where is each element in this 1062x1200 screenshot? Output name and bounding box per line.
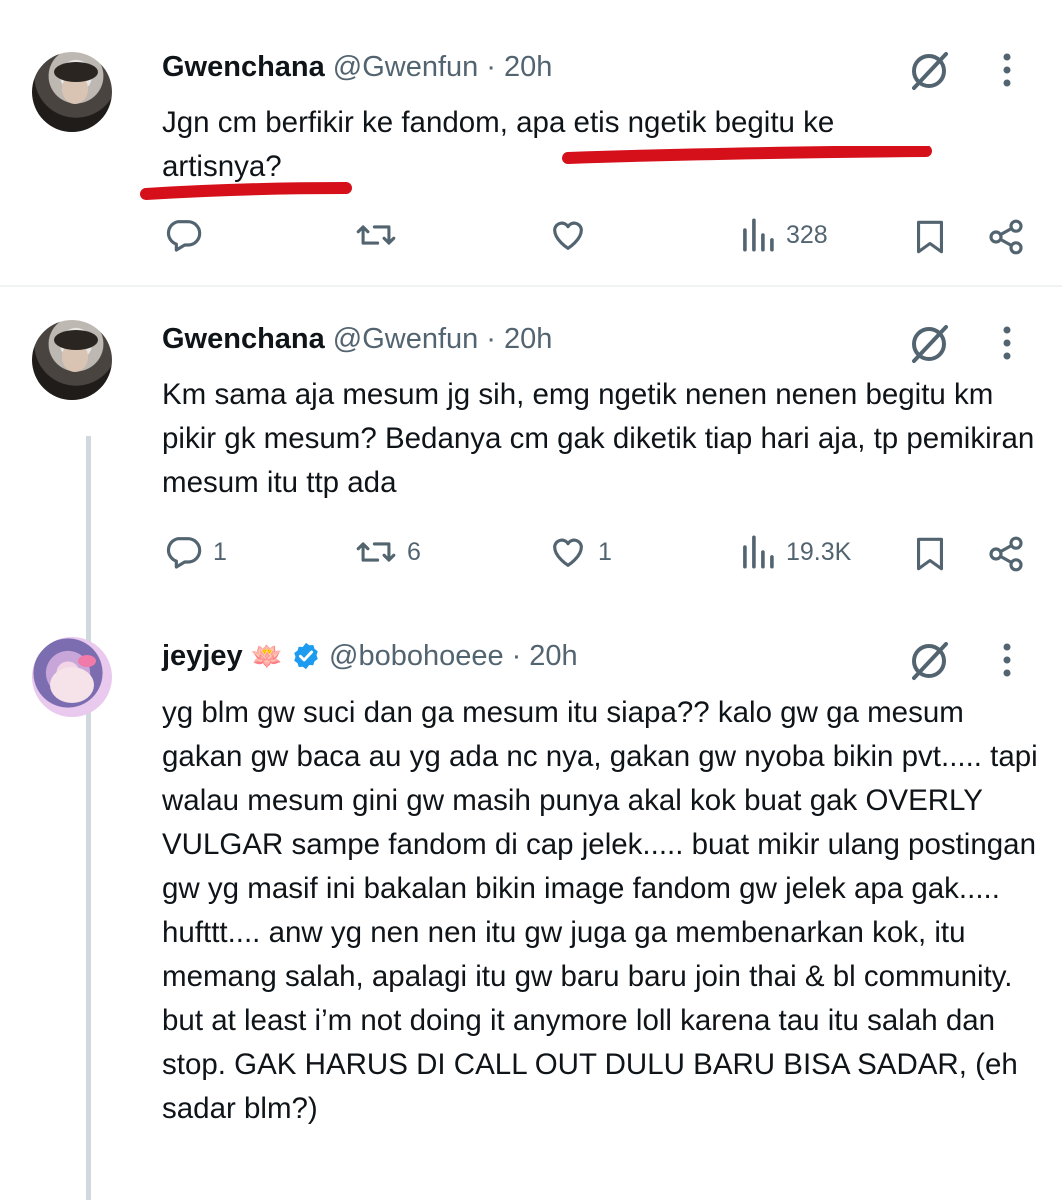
more-icon[interactable] [992,50,1022,90]
red-underline-annotation [562,146,932,164]
avatar[interactable] [32,637,112,717]
display-name[interactable]: Gwenchana [162,50,325,84]
views-icon [743,218,774,252]
reply-icon [166,537,202,569]
like-icon [553,221,583,250]
views-button[interactable]: 19.3K [740,532,851,572]
timestamp[interactable]: 20h [529,639,577,673]
retweet-count: 6 [407,537,421,566]
timestamp[interactable]: 20h [504,50,552,84]
view-count: 328 [786,220,828,249]
like-button[interactable] [548,215,598,255]
reply-icon [166,220,202,252]
lotus-emoji: 🪷 [250,641,284,671]
user-handle[interactable]: @Gwenfun [333,322,479,356]
like-icon [553,538,583,567]
views-button[interactable]: 328 [740,215,828,255]
action-bar: 328 [0,215,1062,259]
reply-count: 1 [213,537,227,566]
separator: · [511,640,522,672]
separator: · [486,323,496,355]
like-count: 1 [598,537,612,566]
tweet-1[interactable]: Gwenchana @Gwenfun · 20h Jgn cm berfikir… [0,0,1062,285]
red-underline-annotation [140,182,352,200]
bookmark-icon[interactable] [912,534,948,574]
share-icon[interactable] [986,534,1026,574]
view-count: 19.3K [786,537,852,566]
grok-icon[interactable] [906,48,952,94]
share-icon[interactable] [986,217,1026,257]
verified-badge-icon[interactable] [291,641,321,671]
tweet-3[interactable]: jeyjey 🪷 @bobohoeee · 20h yg blm gw suci… [0,617,1062,1200]
tweet-header: Gwenchana @Gwenfun · 20h [162,50,552,84]
like-button[interactable]: 1 [548,532,612,572]
more-icon[interactable] [992,640,1022,680]
avatar[interactable] [32,52,112,132]
user-handle[interactable]: @bobohoeee [329,639,504,673]
tweet-text: yg blm gw suci dan ga mesum itu siapa?? … [162,696,1038,1125]
retweet-button[interactable]: 6 [355,532,421,572]
reply-button[interactable] [163,215,213,255]
tweet-header: Gwenchana @Gwenfun · 20h [162,322,552,356]
bookmark-icon[interactable] [912,217,948,257]
tweet-text: Km sama aja mesum jg sih, emg ngetik nen… [162,378,1035,499]
more-icon[interactable] [992,323,1022,363]
reply-button[interactable]: 1 [163,532,227,572]
user-handle[interactable]: @Gwenfun [333,50,479,84]
tweet-text: Jgn cm berfikir ke fandom, apa etis nget… [162,106,835,183]
views-icon [743,535,774,569]
display-name[interactable]: Gwenchana [162,322,325,356]
tweet-2[interactable]: Gwenchana @Gwenfun · 20h Km sama aja mes… [0,287,1062,617]
grok-icon[interactable] [906,321,952,367]
retweet-icon [356,225,396,245]
timestamp[interactable]: 20h [504,322,552,356]
separator: · [486,51,496,83]
display-name[interactable]: jeyjey [162,639,243,673]
retweet-button[interactable] [355,215,407,255]
avatar[interactable] [32,320,112,400]
grok-icon[interactable] [906,638,952,684]
retweet-icon [356,542,396,562]
action-bar: 1 6 1 19.3K [0,532,1062,576]
tweet-header: jeyjey 🪷 @bobohoeee · 20h [162,639,578,673]
